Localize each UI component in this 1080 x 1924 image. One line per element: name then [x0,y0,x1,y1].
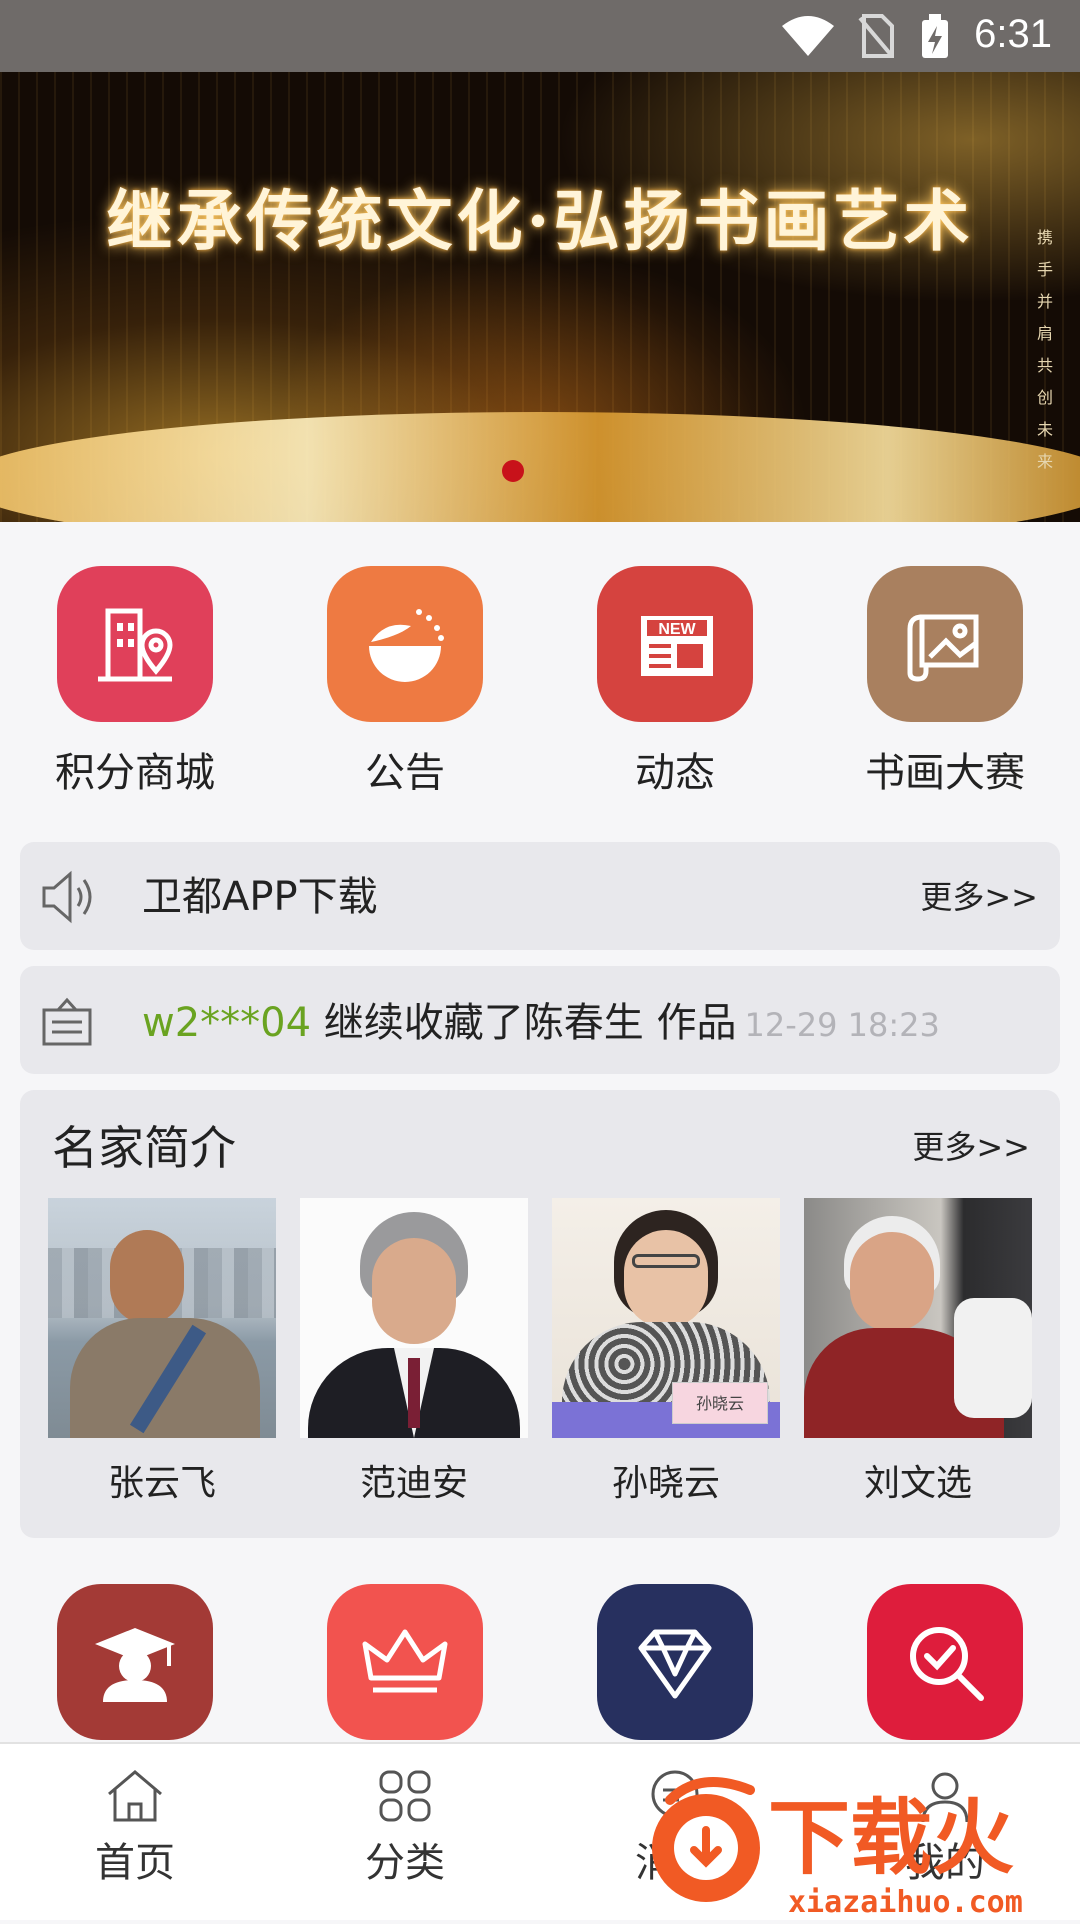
menu-item-authenticate[interactable] [810,1584,1080,1740]
tab-category[interactable]: 分类 [270,1744,540,1922]
watermark: 下载火 xiazaihuo.com [640,1760,1080,1920]
artist-list: 张云飞 范迪安 孙晓云 孙晓云 刘文选 [48,1198,1032,1506]
leaf-icon[interactable] [327,566,483,722]
menu-item-points-mall[interactable]: 积分商城 [0,566,270,798]
ticker-user[interactable]: w2***04 [142,1000,311,1046]
menu-label: 动态 [635,750,715,796]
bottom-menu-grid [0,1584,1080,1740]
menu-item-graduate[interactable] [0,1584,270,1740]
famous-artists-section: 名家简介 更多>> 张云飞 范迪安 孙晓云 孙晓云 刘文选 [20,1090,1060,1538]
section-title: 名家简介 [52,1121,236,1175]
artist-card[interactable]: 刘文选 [804,1198,1032,1506]
watermark-brand: 下载火 [768,1791,1014,1886]
search-check-icon[interactable] [867,1584,1023,1740]
battery-charging-icon [922,14,948,58]
building-location-icon[interactable] [57,566,213,722]
tab-home[interactable]: 首页 [0,1744,270,1922]
ticker-time: 12-29 18:23 [744,1006,940,1044]
no-sim-icon [858,14,894,58]
crown-icon[interactable] [327,1584,483,1740]
tab-label: 首页 [95,1840,175,1886]
promo-banner[interactable]: 继承传统文化·弘扬书画艺术 携手并肩共创未来 [0,72,1080,522]
diamond-icon[interactable] [597,1584,753,1740]
name-placard: 孙晓云 [672,1382,768,1424]
notice-bar[interactable]: 卫都APP下载 更多>> [20,842,1060,950]
artist-name: 孙晓云 [611,1463,720,1504]
artist-photo[interactable]: 孙晓云 [552,1198,780,1438]
home-icon [108,1770,162,1822]
menu-label: 公告 [365,750,445,796]
artist-card[interactable]: 张云飞 [48,1198,276,1506]
carousel-indicator[interactable] [502,460,524,482]
banner-side-text: 携手并肩共创未来 [1036,228,1053,471]
artist-photo[interactable] [48,1198,276,1438]
wifi-icon [782,16,834,56]
menu-item-announcements[interactable]: 公告 [270,566,540,798]
clipboard-icon [42,997,92,1046]
status-bar: 6:31 [0,0,1080,72]
famous-more-link[interactable]: 更多>> [912,1122,1030,1168]
scroll-icon[interactable] [867,566,1023,722]
notice-text[interactable]: 卫都APP下载 [142,864,378,922]
ticker-message: w2***04 继续收藏了陈春生 作品 12-29 18:23 [142,990,940,1048]
top-menu-grid: 积分商城 公告 NEW 动态 书画大赛 [0,566,1080,798]
watermark-url: xiazaihuo.com [788,1885,1023,1920]
category-icon [379,1770,431,1822]
artist-card[interactable]: 孙晓云 孙晓云 [552,1198,780,1506]
golden-wave [0,412,1080,522]
tab-label: 分类 [365,1840,445,1886]
ticker-text: 继续收藏了陈春生 作品 [311,1000,737,1046]
menu-item-premium[interactable] [540,1584,810,1740]
menu-item-news[interactable]: NEW 动态 [540,566,810,798]
menu-item-contest[interactable]: 书画大赛 [810,566,1080,798]
artist-photo[interactable] [804,1198,1032,1438]
artist-name: 张云飞 [107,1463,216,1504]
menu-label: 书画大赛 [865,750,1025,796]
graduate-icon[interactable] [57,1584,213,1740]
activity-ticker[interactable]: w2***04 继续收藏了陈春生 作品 12-29 18:23 [20,966,1060,1074]
svg-text:NEW: NEW [658,621,696,638]
artist-photo[interactable] [300,1198,528,1438]
menu-label: 积分商城 [55,750,215,796]
artist-name: 刘文选 [863,1463,972,1504]
artist-name: 范迪安 [359,1463,468,1504]
notice-more-link[interactable]: 更多>> [920,872,1038,918]
menu-item-vip[interactable] [270,1584,540,1740]
newspaper-icon[interactable]: NEW [597,566,753,722]
speaker-icon [42,870,92,924]
banner-headline: 继承传统文化·弘扬书画艺术 [106,182,974,260]
artist-card[interactable]: 范迪安 [300,1198,528,1506]
clock: 6:31 [974,12,1052,56]
